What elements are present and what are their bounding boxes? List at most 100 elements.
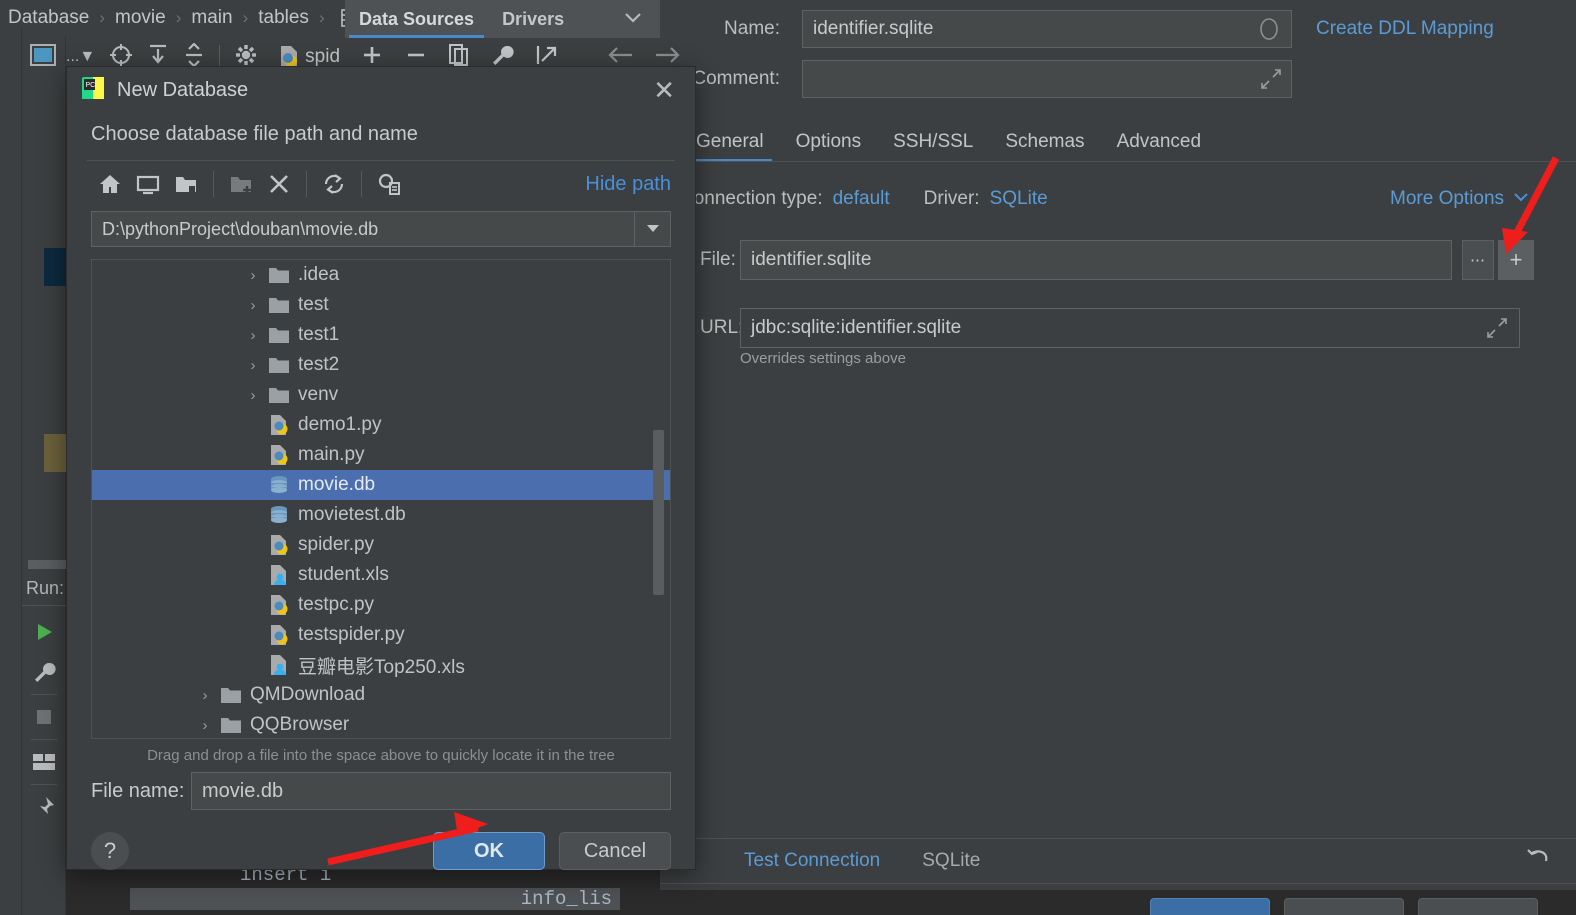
file-tree-row[interactable]: › test2 <box>92 350 670 380</box>
secondary-action-button[interactable] <box>1284 898 1404 915</box>
primary-action-button[interactable] <box>1150 898 1270 915</box>
home-icon[interactable] <box>91 165 129 203</box>
tab-ssh-ssl[interactable]: SSH/SSL <box>877 126 989 158</box>
file-tree-row-label: venv <box>298 384 339 405</box>
file-tree-row[interactable]: › test1 <box>92 320 670 350</box>
file-tree-row[interactable]: spider.py <box>92 530 670 560</box>
more-options-button[interactable]: More Options <box>1390 188 1530 210</box>
chevron-right-icon[interactable]: › <box>240 357 266 374</box>
pin-icon[interactable] <box>22 787 66 827</box>
path-dropdown-button[interactable] <box>635 211 671 247</box>
python-file-icon <box>266 414 292 436</box>
run-icon[interactable] <box>22 612 66 652</box>
delete-icon[interactable] <box>260 165 298 203</box>
desktop-icon[interactable] <box>129 165 167 203</box>
file-tree-row-label: main.py <box>298 444 365 465</box>
wrench-icon[interactable] <box>22 652 66 692</box>
tab-data-sources-label: Data Sources <box>359 8 475 29</box>
new-database-dialog: PC New Database ✕ Choose database file p… <box>66 66 696 870</box>
file-tree-scrollbar[interactable] <box>653 430 664 595</box>
file-tree-row[interactable]: student.xls <box>92 560 670 590</box>
python-file-icon <box>266 534 292 556</box>
folder-file-icon <box>218 716 244 734</box>
file-tree-row[interactable]: 豆瓣电影Top250.xls <box>92 650 670 680</box>
file-name-label: File name: <box>91 779 185 802</box>
file-tree-row[interactable]: › QQBrowser <box>92 710 670 738</box>
show-hidden-icon[interactable] <box>370 165 408 203</box>
chevron-right-icon[interactable]: › <box>192 717 218 734</box>
file-tree-row-label: test <box>298 294 329 315</box>
datasource-statusbar: Test Connection SQLite <box>660 838 1576 884</box>
breadcrumb-item-main[interactable]: main <box>191 7 232 29</box>
tab-data-sources[interactable]: Data Sources <box>345 0 488 38</box>
breadcrumb-item-database[interactable]: Database <box>8 7 89 29</box>
window-icon[interactable] <box>30 44 58 68</box>
revert-icon[interactable] <box>1526 847 1552 876</box>
breadcrumb-item-movie[interactable]: movie <box>115 7 166 29</box>
expand-icon[interactable] <box>1261 69 1281 95</box>
file-tree-row[interactable]: demo1.py <box>92 410 670 440</box>
tab-schemas[interactable]: Schemas <box>989 126 1100 158</box>
file-tree-row[interactable]: › .idea <box>92 260 670 290</box>
close-icon[interactable]: ✕ <box>647 77 681 103</box>
layout-icon[interactable] <box>22 742 66 782</box>
file-tree-row[interactable]: movie.db <box>92 470 670 500</box>
file-add-button[interactable]: + <box>1498 240 1534 280</box>
plus-icon: + <box>1509 247 1523 272</box>
file-tree-row[interactable]: testpc.py <box>92 590 670 620</box>
breadcrumb-separator: › <box>175 8 182 27</box>
path-input[interactable]: D:\pythonProject\douban\movie.db <box>91 211 635 247</box>
scrollbar-thumb[interactable] <box>28 560 66 569</box>
comment-input[interactable] <box>802 60 1292 98</box>
chevron-right-icon[interactable]: › <box>240 327 266 344</box>
cancel-button[interactable]: Cancel <box>559 832 671 870</box>
stop-icon[interactable] <box>22 697 66 737</box>
file-tree[interactable]: › .idea › test › test1 › test2 › venv demo1.py main… <box>91 259 671 739</box>
status-driver-label: SQLite <box>922 850 981 871</box>
chevron-right-icon[interactable]: › <box>192 687 218 704</box>
name-field-row: Name: identifier.sqlite Create DDL Mappi… <box>680 10 1494 48</box>
ellipsis-dropdown-icon[interactable]: ...▼ <box>66 48 95 66</box>
folder-file-icon <box>266 326 292 344</box>
divider <box>31 784 57 785</box>
file-tree-row[interactable]: › QMDownload <box>92 680 670 710</box>
path-input-value: D:\pythonProject\douban\movie.db <box>102 218 379 239</box>
file-tree-row[interactable]: testspider.py <box>92 620 670 650</box>
file-name-input[interactable]: movie.db <box>191 772 671 810</box>
url-input[interactable]: jdbc:sqlite:identifier.sqlite <box>740 308 1520 348</box>
dialog-action-buttons <box>1150 898 1538 915</box>
chevron-down-icon[interactable] <box>622 10 660 29</box>
file-tree-row[interactable]: main.py <box>92 440 670 470</box>
driver-value[interactable]: SQLite <box>990 188 1048 210</box>
project-folder-icon[interactable] <box>167 165 205 203</box>
file-tree-row[interactable]: › test <box>92 290 670 320</box>
divider <box>361 171 362 197</box>
name-input[interactable]: identifier.sqlite <box>802 10 1292 48</box>
chevron-right-icon[interactable]: › <box>240 297 266 314</box>
create-ddl-mapping-link[interactable]: Create DDL Mapping <box>1316 18 1494 40</box>
ok-button[interactable]: OK <box>433 832 545 870</box>
python-file-icon <box>266 624 292 646</box>
tab-options[interactable]: Options <box>780 126 877 158</box>
file-tree-row-label: QQBrowser <box>250 714 350 735</box>
file-browse-button[interactable]: ⋯ <box>1462 240 1494 280</box>
tab-drivers[interactable]: Drivers <box>488 0 578 38</box>
file-tree-row[interactable]: › venv <box>92 380 670 410</box>
hide-path-link[interactable]: Hide path <box>585 173 671 196</box>
file-tree-row[interactable]: movietest.db <box>92 500 670 530</box>
file-tree-row-label: student.xls <box>298 564 389 585</box>
test-connection-link[interactable]: Test Connection <box>744 850 880 872</box>
tab-advanced[interactable]: Advanced <box>1101 126 1218 158</box>
folder-file-icon <box>218 686 244 704</box>
expand-icon[interactable] <box>1487 318 1507 344</box>
file-input[interactable]: identifier.sqlite <box>740 240 1452 280</box>
help-icon[interactable]: ? <box>91 832 129 870</box>
tertiary-action-button[interactable] <box>1418 898 1538 915</box>
chevron-right-icon[interactable]: › <box>240 267 266 284</box>
refresh-icon[interactable] <box>315 165 353 203</box>
connection-type-value[interactable]: default <box>833 188 890 210</box>
url-label: URL: <box>700 317 744 338</box>
breadcrumb-item-tables[interactable]: tables <box>258 7 309 29</box>
chevron-right-icon[interactable]: › <box>240 387 266 404</box>
divider <box>213 171 214 197</box>
